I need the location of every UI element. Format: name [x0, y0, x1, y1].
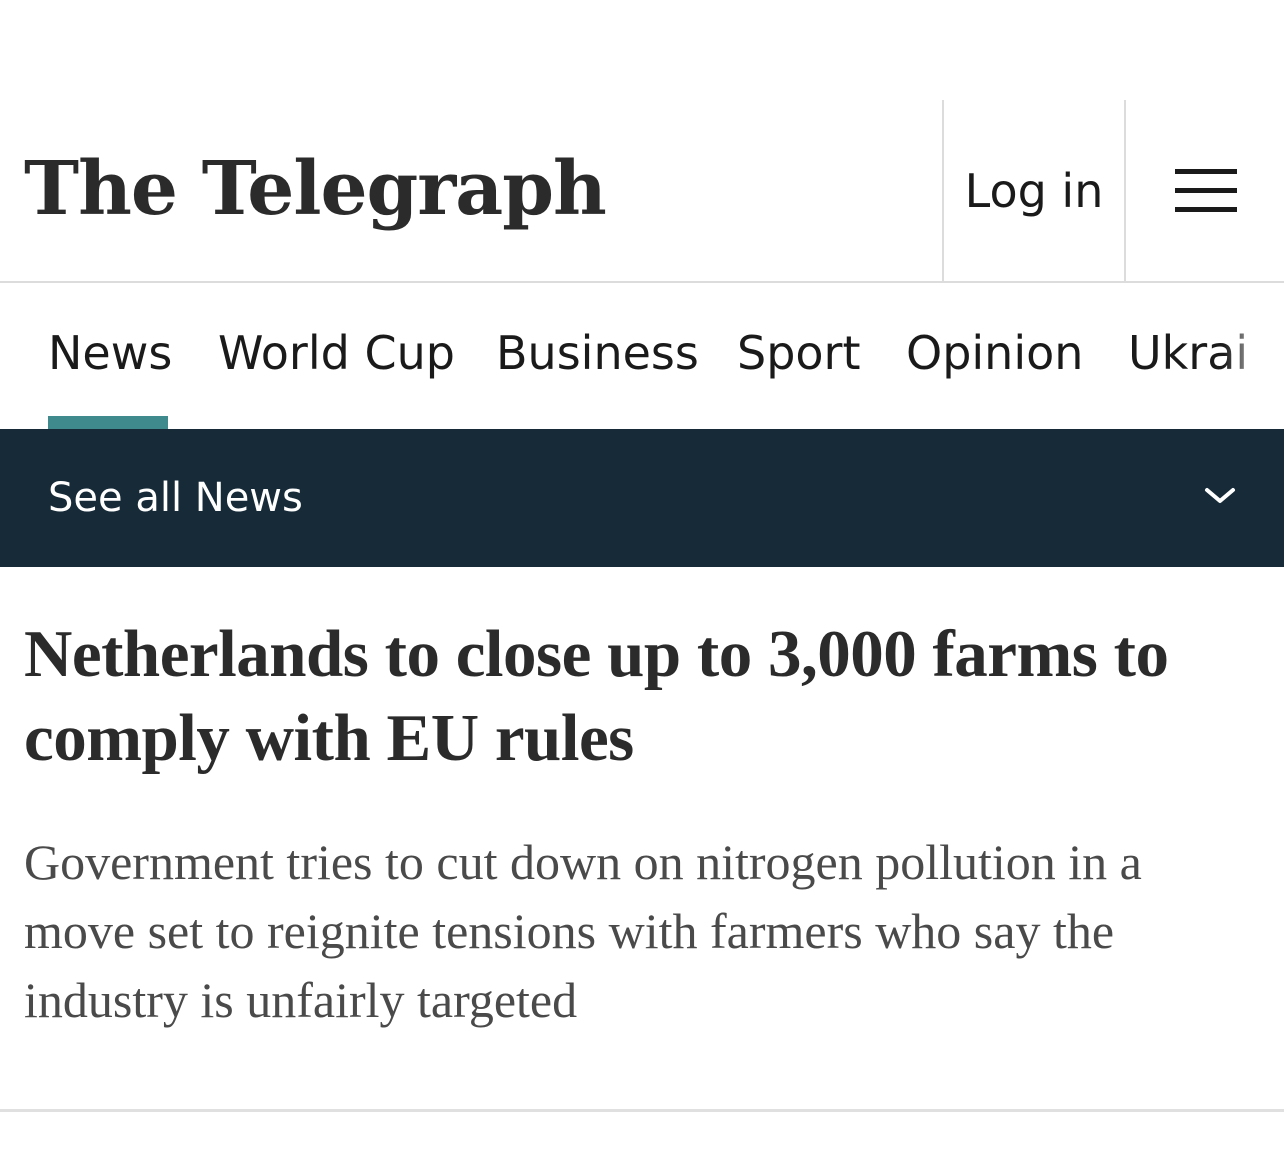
chevron-down-icon[interactable]	[1204, 484, 1236, 506]
menu-button[interactable]	[1128, 100, 1284, 281]
nav-item-news[interactable]: News	[48, 325, 172, 381]
see-all-news-bar[interactable]: See all News	[0, 429, 1284, 567]
see-all-news-label: See all News	[48, 475, 303, 521]
hamburger-menu-icon	[1175, 168, 1237, 212]
site-header: The Telegraph Log in	[0, 100, 1284, 283]
login-button[interactable]: Log in	[942, 100, 1126, 281]
nav-item-business[interactable]: Business	[496, 325, 699, 381]
nav-item-opinion[interactable]: Opinion	[906, 325, 1083, 381]
article-headline: Netherlands to close up to 3,000 farms t…	[24, 617, 1169, 775]
nav-item-world-cup[interactable]: World Cup	[218, 325, 455, 381]
article-standfirst: Government tries to cut down on nitrogen…	[24, 834, 1142, 1028]
active-tab-indicator	[48, 416, 168, 429]
telegraph-logo[interactable]: The Telegraph	[24, 144, 607, 234]
divider	[0, 1109, 1284, 1112]
nav-scroll-fade	[1224, 285, 1284, 429]
nav-item-sport[interactable]: Sport	[737, 325, 861, 381]
section-nav: News World Cup Business Sport Opinion Uk…	[0, 285, 1284, 429]
